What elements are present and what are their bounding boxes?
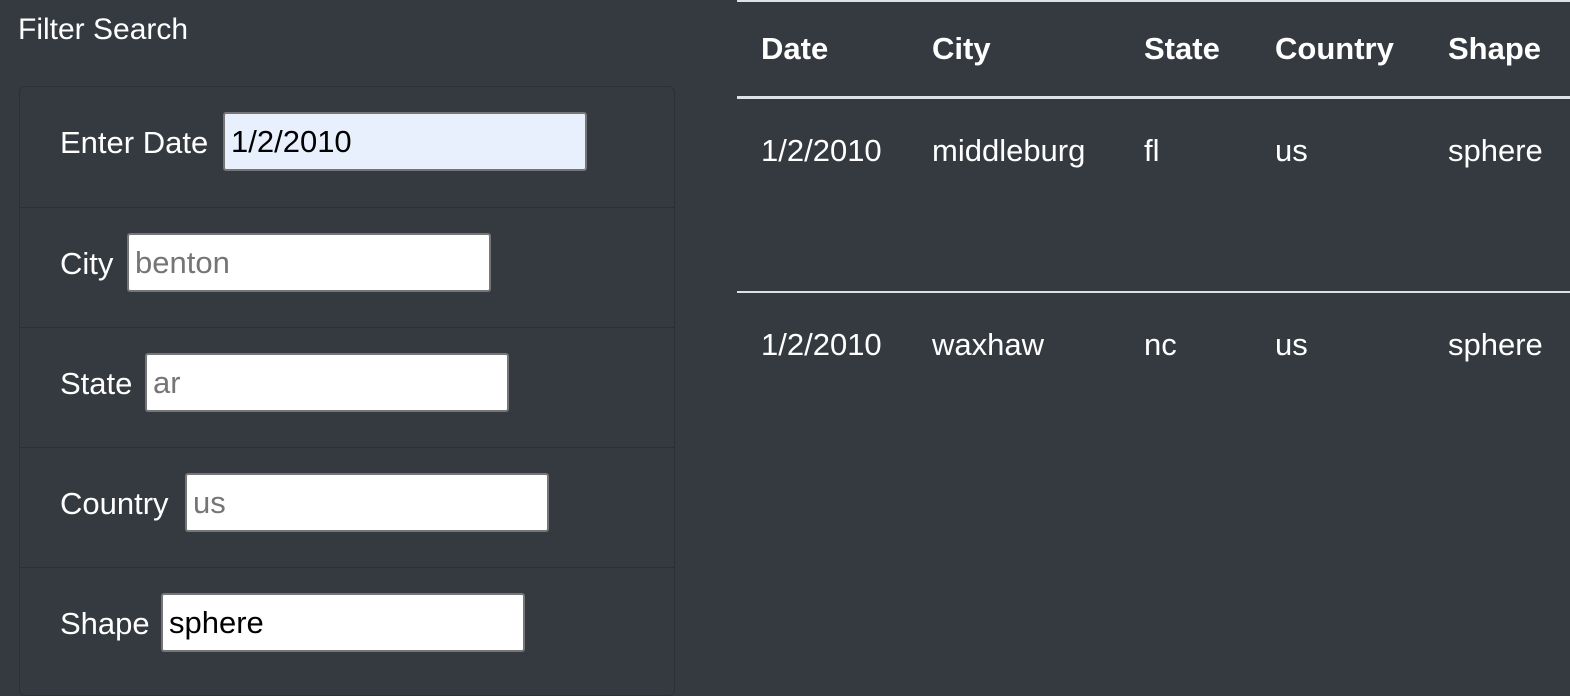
results-table-container: Date City State Country Shape 1/2/2010 m… [737, 0, 1570, 688]
state-input[interactable] [145, 353, 509, 412]
cell-city: waxhaw [932, 327, 1044, 362]
city-input[interactable] [127, 233, 491, 292]
date-input[interactable] [223, 112, 587, 171]
shape-label: Shape [60, 606, 150, 641]
cell-city: middleburg [908, 97, 1120, 293]
cell-country: us [1251, 97, 1424, 293]
column-header-city: City [908, 0, 1120, 99]
column-header-country: Country [1251, 0, 1424, 99]
date-label: Enter Date [60, 125, 209, 160]
country-input[interactable] [185, 473, 549, 532]
table-header-row: Date City State Country Shape [737, 0, 1570, 99]
cell-country: us [1275, 327, 1308, 362]
column-header-shape: Shape [1424, 0, 1570, 99]
cell-date: 1/2/2010 [761, 327, 882, 362]
column-header-state: State [1120, 0, 1251, 99]
city-label: City [60, 246, 114, 281]
cell-shape: sphere [1448, 327, 1543, 362]
country-label: Country [60, 486, 169, 521]
state-label: State [60, 366, 133, 401]
filter-row-date: Enter Date [20, 87, 674, 207]
filter-panel: Filter Search Enter Date City State Coun… [0, 0, 700, 696]
results-table: Date City State Country Shape 1/2/2010 m… [737, 0, 1570, 447]
table-row: 1/2/2010 waxhaw nc us sphere [737, 292, 1570, 447]
cell-state: fl [1120, 97, 1251, 293]
filter-row-state: State [20, 327, 674, 447]
filter-row-city: City [20, 207, 674, 327]
filter-card: Enter Date City State Country Shape [19, 86, 675, 696]
cell-state: nc [1144, 327, 1177, 362]
column-header-date: Date [737, 0, 908, 99]
table-row: 1/2/2010 middleburg fl us sphere [737, 97, 1570, 293]
shape-input[interactable] [161, 593, 525, 652]
cell-date: 1/2/2010 [737, 97, 908, 293]
filter-row-shape: Shape [20, 567, 674, 687]
filter-row-country: Country [20, 447, 674, 567]
cell-shape: sphere [1424, 97, 1570, 293]
filter-title: Filter Search [18, 13, 189, 46]
